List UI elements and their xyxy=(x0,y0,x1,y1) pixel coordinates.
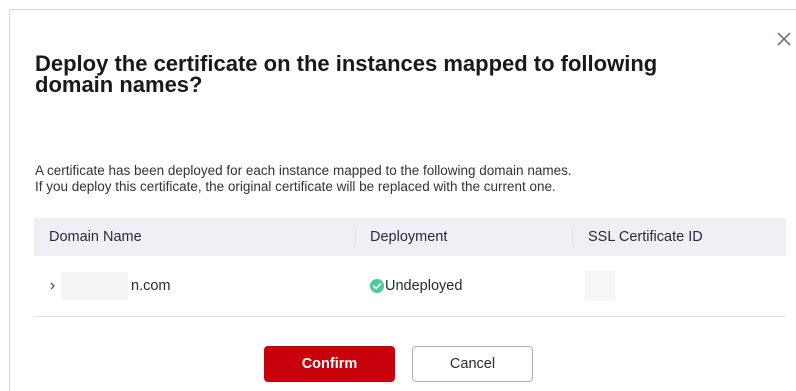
description-line-1: A certificate has been deployed for each… xyxy=(35,163,572,178)
domain-name-cell: n.com xyxy=(131,278,171,294)
deployment-status: Undeployed xyxy=(370,256,462,316)
dialog-title: Deploy the certificate on the instances … xyxy=(35,51,658,97)
confirm-button[interactable]: Confirm xyxy=(264,346,395,382)
column-divider xyxy=(355,228,356,246)
chevron-right-icon[interactable] xyxy=(49,278,57,294)
dialog-description: A certificate has been deployed for each… xyxy=(35,163,795,195)
masked-domain-redaction xyxy=(61,272,128,300)
column-header-ssl-certificate-id: SSL Certificate ID xyxy=(588,229,703,245)
column-header-deployment: Deployment xyxy=(370,229,448,245)
description-line-2: If you deploy this certificate, the orig… xyxy=(35,179,556,194)
success-check-icon xyxy=(370,279,384,293)
column-header-domain-name: Domain Name xyxy=(49,229,142,245)
table-header: Domain Name Deployment SSL Certificate I… xyxy=(34,218,786,256)
table-row: n.com Undeployed xyxy=(34,256,786,317)
expand-row-button[interactable] xyxy=(49,278,57,294)
column-divider xyxy=(572,228,573,246)
domain-table: Domain Name Deployment SSL Certificate I… xyxy=(34,218,786,317)
deployment-status-label: Undeployed xyxy=(385,278,463,294)
masked-certificate-id-redaction xyxy=(585,271,615,301)
close-icon[interactable] xyxy=(775,30,793,48)
deploy-certificate-dialog: Deploy the certificate on the instances … xyxy=(9,9,796,391)
cancel-button[interactable]: Cancel xyxy=(412,346,533,382)
close-button[interactable] xyxy=(775,30,793,48)
